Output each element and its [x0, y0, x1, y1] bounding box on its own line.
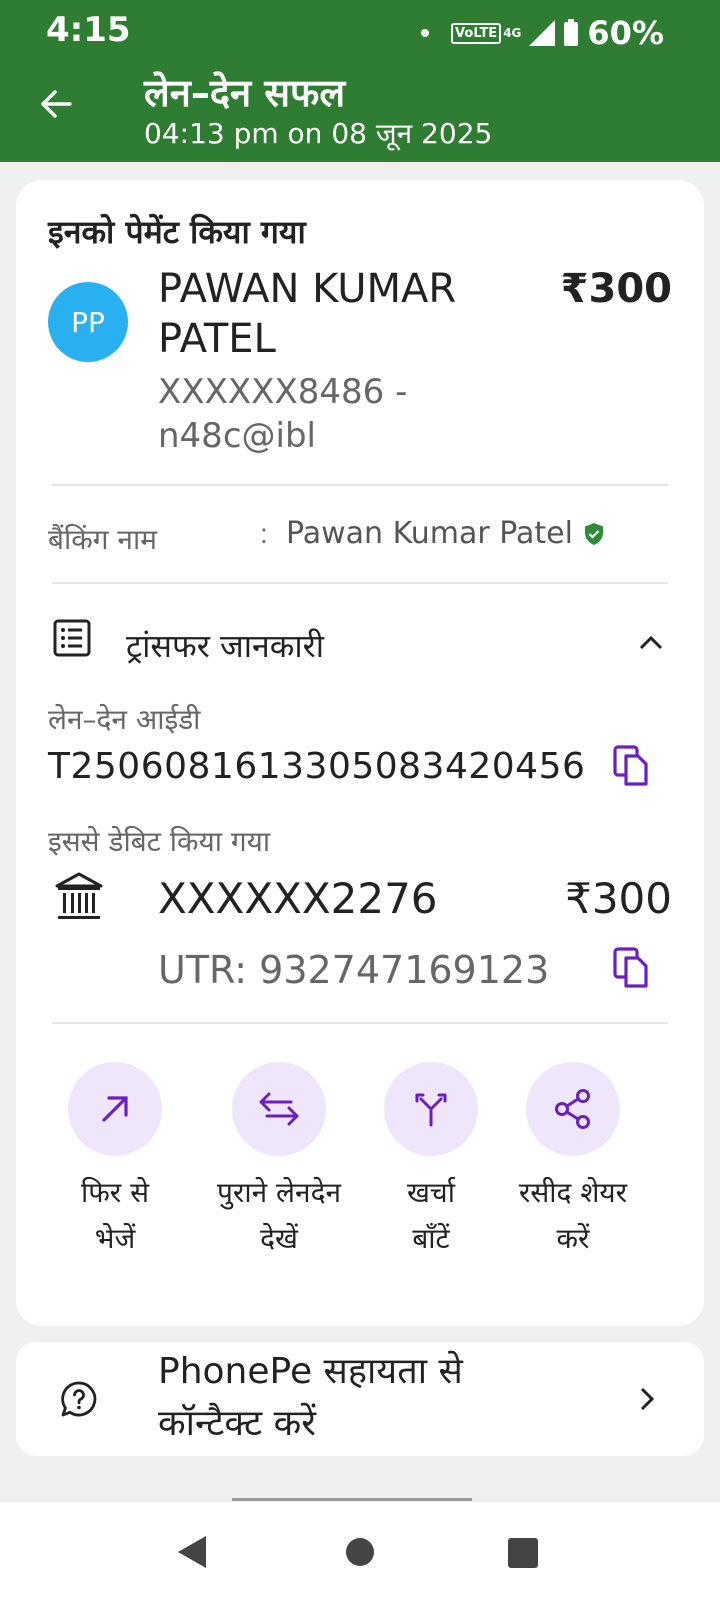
battery-percent: 60% — [587, 14, 664, 52]
send-again-circle[interactable] — [68, 1062, 162, 1156]
debited-account: XXXXXX2276 — [158, 874, 438, 923]
status-time: 4:15 — [46, 10, 131, 50]
chevron-up-icon[interactable] — [636, 628, 666, 658]
help-question-icon — [61, 1381, 97, 1417]
chevron-right-icon[interactable] — [634, 1384, 660, 1414]
payee-upi-id: XXXXXX8486 -n48c@ibl — [158, 372, 408, 456]
paid-to-label: इनको पेमेंट किया गया — [48, 213, 306, 251]
divider — [52, 484, 668, 486]
banking-name-value: Pawan Kumar Patel — [286, 516, 573, 551]
transaction-id: T2506081613305083420456 — [48, 746, 586, 787]
receipt-list-icon — [53, 619, 91, 657]
volte-icon: VoLTE — [451, 22, 502, 44]
send-again-button[interactable]: फिर से भेजें — [40, 1062, 190, 1262]
notification-dot — [421, 29, 430, 37]
utr-number: UTR: 932747169123 — [158, 948, 550, 992]
debited-from-label: इससे डेबिट किया गया — [48, 825, 271, 858]
transaction-id-label: लेन–देन आईडी — [48, 703, 201, 736]
payee-name: PAWAN KUMAR PATEL — [158, 266, 457, 362]
contact-support-card[interactable]: PhonePe सहायता से कॉन्टैक्ट करें — [16, 1342, 704, 1456]
split-expense-circle[interactable] — [384, 1062, 478, 1156]
arrow-up-right-icon — [102, 1096, 128, 1122]
nav-back-icon[interactable] — [176, 1534, 210, 1570]
status-icons: VoLTE 4G 60% — [421, 14, 664, 52]
back-arrow-icon[interactable] — [38, 86, 74, 122]
avatar: PP — [48, 282, 128, 362]
transaction-timestamp: 04:13 pm on 08 जून 2025 — [144, 117, 493, 150]
verified-shield-icon — [584, 522, 603, 545]
banking-name: Pawan Kumar Patel — [286, 516, 605, 551]
transfer-details-title[interactable]: ट्रांसफर जानकारी — [126, 624, 324, 667]
nav-home-icon[interactable] — [346, 1538, 374, 1566]
divider — [52, 1022, 668, 1024]
share-icon — [555, 1089, 590, 1129]
view-history-circle[interactable] — [232, 1062, 326, 1156]
banking-name-label: बैंकिंग नाम — [48, 523, 157, 556]
bank-icon — [55, 872, 103, 919]
system-nav-bar — [0, 1502, 720, 1600]
transaction-card: इनको पेमेंट किया गया PP PAWAN KUMAR PATE… — [16, 180, 704, 1326]
split-expense-button[interactable]: खर्चा बाँटें — [356, 1062, 506, 1262]
swap-arrows-icon — [259, 1092, 299, 1126]
view-history-button[interactable]: पुराने लेनदेन देखें — [204, 1062, 354, 1262]
debited-amount: ₹300 — [565, 874, 672, 923]
nav-recents-icon[interactable] — [508, 1538, 538, 1568]
copy-icon[interactable] — [612, 946, 652, 990]
view-history-label: पुराने लेनदेन देखें — [217, 1176, 341, 1255]
share-receipt-button[interactable]: रसीद शेयर करें — [498, 1062, 648, 1262]
divider — [52, 582, 668, 584]
paid-amount: ₹300 — [560, 266, 672, 312]
split-icon — [415, 1093, 447, 1127]
share-receipt-label: रसीद शेयर करें — [518, 1176, 628, 1255]
signal-icon — [529, 20, 556, 46]
split-expense-label: खर्चा बाँटें — [407, 1176, 455, 1255]
share-receipt-circle[interactable] — [526, 1062, 620, 1156]
copy-icon[interactable] — [612, 744, 652, 788]
page-title: लेन–देन सफल — [144, 71, 346, 115]
banking-colon: : — [260, 518, 268, 549]
contact-support-text: PhonePe सहायता से कॉन्टैक्ट करें — [158, 1351, 463, 1444]
app-header: 4:15 VoLTE 4G 60% लेन–देन सफल 04:13 pm o… — [0, 0, 720, 162]
network-type: 4G — [503, 26, 522, 40]
send-again-label: फिर से भेजें — [80, 1176, 150, 1255]
scroll-peek-content — [232, 1488, 472, 1502]
battery-icon — [564, 19, 579, 46]
